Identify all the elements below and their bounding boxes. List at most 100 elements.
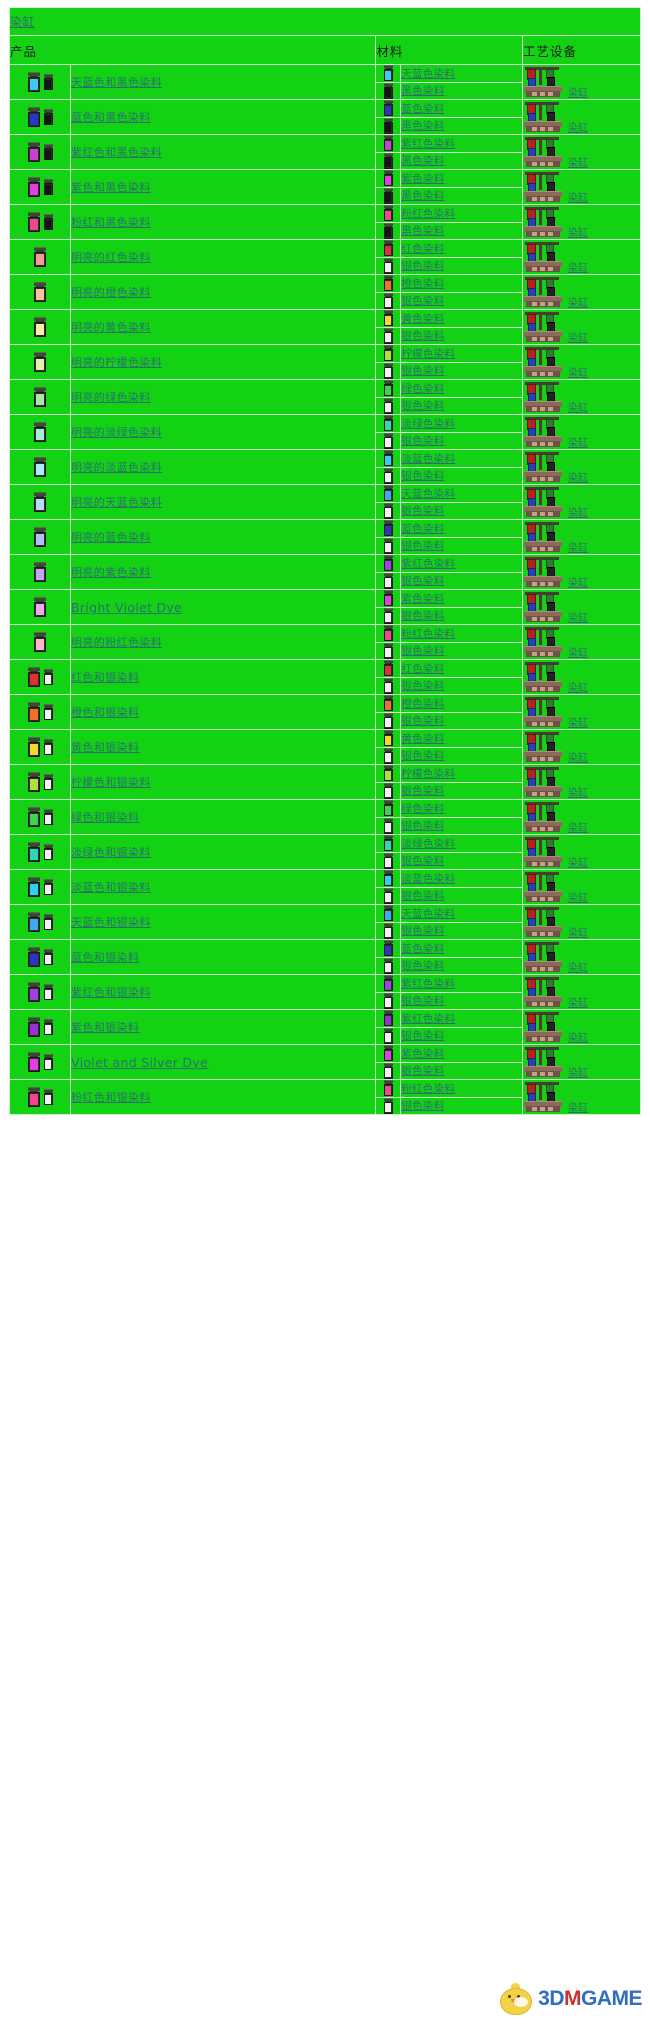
- crafting-station-link[interactable]: 染缸: [568, 158, 588, 169]
- material-link[interactable]: 粉红色染料: [401, 208, 455, 220]
- product-link[interactable]: 淡蓝色和银染料: [71, 881, 151, 894]
- material-link[interactable]: 紫红色染料: [401, 558, 455, 570]
- material-link[interactable]: 黑色染料: [401, 190, 444, 202]
- material-link[interactable]: 银色染料: [401, 330, 444, 342]
- product-link[interactable]: 明亮的紫色染料: [71, 566, 151, 579]
- product-link[interactable]: 紫色和黑色染料: [71, 181, 151, 194]
- material-link[interactable]: 银色染料: [401, 470, 444, 482]
- product-link[interactable]: 蓝色和银染料: [71, 951, 139, 964]
- material-link[interactable]: 粉红色染料: [401, 628, 455, 640]
- crafting-station-link[interactable]: 染缸: [568, 298, 588, 309]
- material-link[interactable]: 银色染料: [401, 820, 444, 832]
- product-link[interactable]: 明亮的蓝色染料: [71, 531, 151, 544]
- crafting-station-link[interactable]: 染缸: [568, 1068, 588, 1079]
- product-link[interactable]: 橙色和银染料: [71, 706, 139, 719]
- crafting-station-link[interactable]: 染缸: [568, 998, 588, 1009]
- material-link[interactable]: 红色染料: [401, 243, 444, 255]
- product-link[interactable]: 红色和银染料: [71, 671, 139, 684]
- crafting-station-link[interactable]: 染缸: [568, 333, 588, 344]
- material-link[interactable]: 银色染料: [401, 1030, 444, 1042]
- product-link[interactable]: 淡绿色和银染料: [71, 846, 151, 859]
- material-link[interactable]: 淡绿色染料: [401, 418, 455, 430]
- material-link[interactable]: 银色染料: [401, 575, 444, 587]
- crafting-station-link[interactable]: 染缸: [568, 403, 588, 414]
- crafting-station-link[interactable]: 染缸: [568, 88, 588, 99]
- product-link[interactable]: 绿色和银染料: [71, 811, 139, 824]
- material-link[interactable]: 粉红色染料: [401, 1083, 455, 1095]
- crafting-station-link[interactable]: 染缸: [568, 648, 588, 659]
- material-link[interactable]: 紫红色染料: [401, 138, 455, 150]
- crafting-station-link[interactable]: 染缸: [568, 123, 588, 134]
- crafting-station-link[interactable]: 染缸: [568, 613, 588, 624]
- material-link[interactable]: 紫色染料: [401, 173, 444, 185]
- material-link[interactable]: 紫色染料: [401, 1048, 444, 1060]
- material-link[interactable]: 银色染料: [401, 365, 444, 377]
- material-link[interactable]: 银色染料: [401, 505, 444, 517]
- crafting-station-link[interactable]: 染缸: [568, 508, 588, 519]
- product-link[interactable]: Violet and Silver Dye: [71, 1055, 208, 1070]
- material-link[interactable]: 黑色染料: [401, 85, 444, 97]
- crafting-station-link[interactable]: 染缸: [568, 753, 588, 764]
- crafting-station-link[interactable]: 染缸: [568, 228, 588, 239]
- material-link[interactable]: 银色染料: [401, 680, 444, 692]
- material-link[interactable]: 银色染料: [401, 260, 444, 272]
- material-link[interactable]: 银色染料: [401, 295, 444, 307]
- material-link[interactable]: 银色染料: [401, 785, 444, 797]
- crafting-station-link[interactable]: 染缸: [568, 193, 588, 204]
- material-link[interactable]: 紫红色染料: [401, 1013, 455, 1025]
- product-link[interactable]: 天蓝色和黑色染料: [71, 76, 162, 89]
- material-link[interactable]: 黄色染料: [401, 313, 444, 325]
- material-link[interactable]: 淡蓝色染料: [401, 873, 455, 885]
- product-link[interactable]: 明亮的绿色染料: [71, 391, 151, 404]
- material-link[interactable]: 银色染料: [401, 610, 444, 622]
- crafting-station-link[interactable]: 染缸: [568, 473, 588, 484]
- product-link[interactable]: Bright Violet Dye: [71, 600, 182, 615]
- material-link[interactable]: 紫红色染料: [401, 978, 455, 990]
- product-link[interactable]: 明亮的粉红色染料: [71, 636, 162, 649]
- material-link[interactable]: 绿色染料: [401, 803, 444, 815]
- material-link[interactable]: 天蓝色染料: [401, 68, 455, 80]
- product-link[interactable]: 明亮的天蓝色染料: [71, 496, 162, 509]
- crafting-station-link[interactable]: 染缸: [568, 858, 588, 869]
- material-link[interactable]: 银色染料: [401, 540, 444, 552]
- product-link[interactable]: 明亮的淡绿色染料: [71, 426, 162, 439]
- crafting-station-link[interactable]: 染缸: [568, 543, 588, 554]
- material-link[interactable]: 银色染料: [401, 715, 444, 727]
- material-link[interactable]: 银色染料: [401, 995, 444, 1007]
- crafting-station-link[interactable]: 染缸: [568, 1103, 588, 1114]
- material-link[interactable]: 银色染料: [401, 1065, 444, 1077]
- dye-vat-title-link[interactable]: 染缸: [10, 15, 35, 29]
- material-link[interactable]: 银色染料: [401, 960, 444, 972]
- material-link[interactable]: 银色染料: [401, 400, 444, 412]
- material-link[interactable]: 黄色染料: [401, 733, 444, 745]
- material-link[interactable]: 蓝色染料: [401, 943, 444, 955]
- product-link[interactable]: 明亮的橙色染料: [71, 286, 151, 299]
- crafting-station-link[interactable]: 染缸: [568, 963, 588, 974]
- material-link[interactable]: 蓝色染料: [401, 523, 444, 535]
- material-link[interactable]: 银色染料: [401, 855, 444, 867]
- material-link[interactable]: 银色染料: [401, 645, 444, 657]
- material-link[interactable]: 黑色染料: [401, 225, 444, 237]
- material-link[interactable]: 蓝色染料: [401, 103, 444, 115]
- crafting-station-link[interactable]: 染缸: [568, 928, 588, 939]
- product-link[interactable]: 柠檬色和银染料: [71, 776, 151, 789]
- material-link[interactable]: 银色染料: [401, 890, 444, 902]
- material-link[interactable]: 黑色染料: [401, 155, 444, 167]
- material-link[interactable]: 银色染料: [401, 925, 444, 937]
- material-link[interactable]: 天蓝色染料: [401, 908, 455, 920]
- crafting-station-link[interactable]: 染缸: [568, 438, 588, 449]
- material-link[interactable]: 绿色染料: [401, 383, 444, 395]
- product-link[interactable]: 明亮的红色染料: [71, 251, 151, 264]
- product-link[interactable]: 粉红和黑色染料: [71, 216, 151, 229]
- crafting-station-link[interactable]: 染缸: [568, 823, 588, 834]
- product-link[interactable]: 紫红色和黑色染料: [71, 146, 162, 159]
- material-link[interactable]: 紫色染料: [401, 593, 444, 605]
- crafting-station-link[interactable]: 染缸: [568, 368, 588, 379]
- material-link[interactable]: 银色染料: [401, 750, 444, 762]
- crafting-station-link[interactable]: 染缸: [568, 718, 588, 729]
- material-link[interactable]: 淡绿色染料: [401, 838, 455, 850]
- material-link[interactable]: 黑色染料: [401, 120, 444, 132]
- material-link[interactable]: 天蓝色染料: [401, 488, 455, 500]
- material-link[interactable]: 银色染料: [401, 1100, 444, 1112]
- product-link[interactable]: 明亮的淡蓝色染料: [71, 461, 162, 474]
